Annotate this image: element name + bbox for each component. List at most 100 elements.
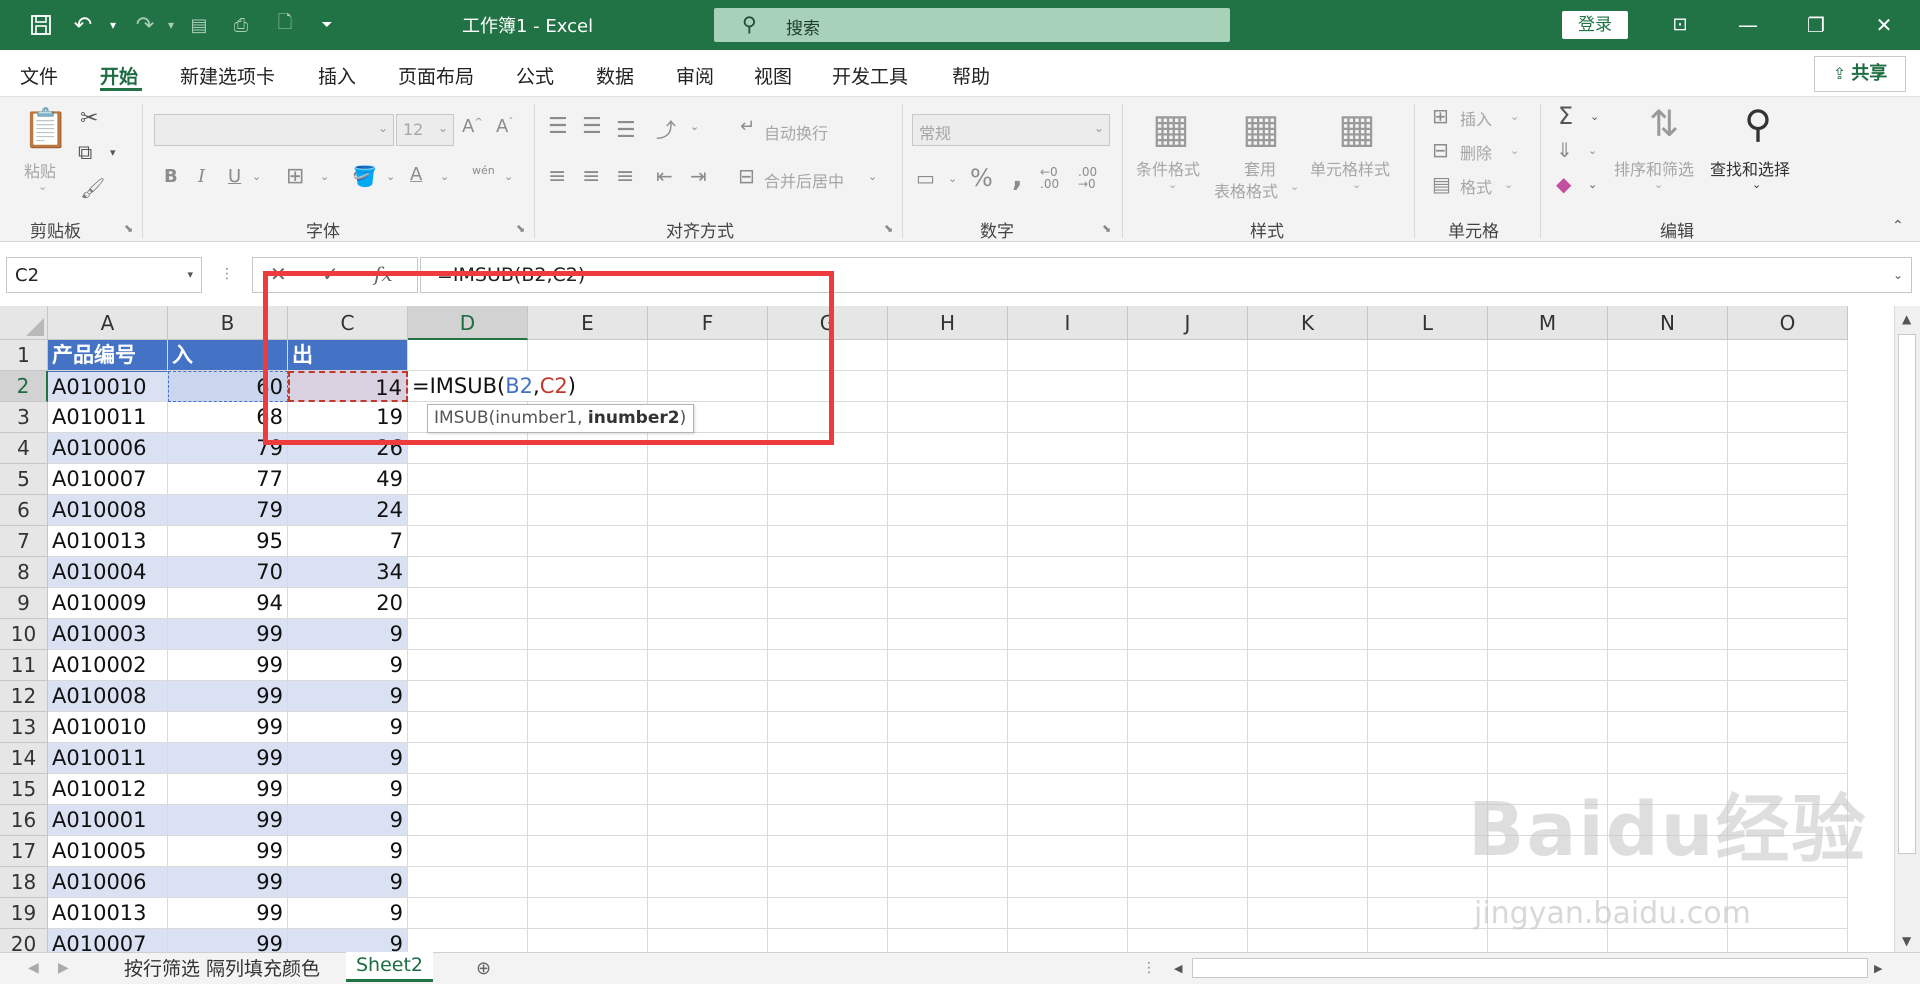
underline-button[interactable]: U <box>228 166 241 187</box>
tab-splitter-icon[interactable]: ⋮ <box>1142 960 1156 976</box>
table-cell[interactable]: 99 <box>168 743 288 774</box>
orientation-dropdown-icon[interactable]: ⌄ <box>690 120 699 133</box>
cell[interactable] <box>1728 619 1848 650</box>
cell[interactable] <box>888 433 1008 464</box>
cell[interactable] <box>528 495 648 526</box>
cell[interactable] <box>1368 650 1488 681</box>
row-header-1[interactable]: 1 <box>0 340 48 371</box>
collapse-ribbon-icon[interactable]: ⌃ <box>1892 218 1904 234</box>
cell[interactable] <box>1488 371 1608 402</box>
customize-toolbar-icon[interactable]: ⏷ <box>310 8 344 42</box>
cell[interactable] <box>1008 619 1128 650</box>
cell[interactable] <box>1008 650 1128 681</box>
cell[interactable] <box>768 526 888 557</box>
row-header-20[interactable]: 20 <box>0 929 48 952</box>
cell[interactable] <box>1128 650 1248 681</box>
cell[interactable] <box>1608 650 1728 681</box>
cell[interactable] <box>1728 929 1848 952</box>
cell[interactable] <box>768 836 888 867</box>
table-cell[interactable]: 99 <box>168 805 288 836</box>
next-sheet-icon[interactable]: ▶ <box>58 960 69 976</box>
cell[interactable] <box>1128 774 1248 805</box>
column-header-j[interactable]: J <box>1128 306 1248 340</box>
row-header-16[interactable]: 16 <box>0 805 48 836</box>
fill-color-dropdown-icon[interactable]: ⌄ <box>386 170 395 183</box>
align-middle-icon[interactable]: ☰ <box>582 114 602 139</box>
cell[interactable] <box>1368 433 1488 464</box>
cell[interactable] <box>1248 557 1368 588</box>
cell[interactable] <box>1608 681 1728 712</box>
decrease-font-icon[interactable]: Aˇ <box>496 116 513 137</box>
cell[interactable] <box>1728 526 1848 557</box>
row-header-4[interactable]: 4 <box>0 433 48 464</box>
row-header-18[interactable]: 18 <box>0 867 48 898</box>
menu-view[interactable]: 视图 <box>754 62 792 89</box>
column-header-l[interactable]: L <box>1368 306 1488 340</box>
cell[interactable] <box>768 867 888 898</box>
cell[interactable] <box>1608 557 1728 588</box>
cell[interactable] <box>768 898 888 929</box>
cell[interactable] <box>888 712 1008 743</box>
cell[interactable] <box>1128 805 1248 836</box>
cell[interactable] <box>408 526 528 557</box>
cell[interactable] <box>1128 743 1248 774</box>
table-cell[interactable]: 9 <box>288 929 408 952</box>
cell[interactable] <box>1248 402 1368 433</box>
sheet-tab-2[interactable]: Sheet2 <box>346 952 434 982</box>
autosum-dropdown-icon[interactable]: ⌄ <box>1590 110 1599 123</box>
cell[interactable] <box>648 836 768 867</box>
horizontal-scrollbar[interactable] <box>1192 958 1868 978</box>
cell[interactable] <box>1008 371 1128 402</box>
cell[interactable] <box>528 805 648 836</box>
cell[interactable] <box>1248 650 1368 681</box>
search-box[interactable]: ⚲ 搜索 <box>714 8 1230 42</box>
cell[interactable] <box>1728 340 1848 371</box>
undo-dropdown-icon[interactable]: ▾ <box>96 8 130 42</box>
cell[interactable] <box>1728 464 1848 495</box>
cell[interactable] <box>888 340 1008 371</box>
menu-review[interactable]: 审阅 <box>676 62 714 89</box>
cell[interactable] <box>1008 588 1128 619</box>
cell[interactable] <box>1608 929 1728 952</box>
cell[interactable] <box>888 464 1008 495</box>
column-header-i[interactable]: I <box>1008 306 1128 340</box>
scroll-left-icon[interactable]: ◀ <box>1174 962 1182 975</box>
cell[interactable] <box>1248 929 1368 952</box>
table-cell[interactable]: 99 <box>168 619 288 650</box>
merge-center-label[interactable]: 合并后居中 <box>764 168 844 192</box>
cell[interactable] <box>1248 712 1368 743</box>
cell[interactable] <box>1728 495 1848 526</box>
cell[interactable] <box>1368 557 1488 588</box>
cell[interactable] <box>1008 464 1128 495</box>
row-header-19[interactable]: 19 <box>0 898 48 929</box>
cell[interactable] <box>1248 805 1368 836</box>
cell[interactable] <box>1368 371 1488 402</box>
paste-dropdown-icon[interactable]: ⌄ <box>38 180 47 193</box>
cell[interactable] <box>1488 495 1608 526</box>
document-icon[interactable]: 🗋 <box>268 8 302 42</box>
cell[interactable] <box>528 650 648 681</box>
font-launcher-icon[interactable]: ⬊ <box>516 222 525 235</box>
table-cell[interactable]: A010003 <box>48 619 168 650</box>
add-sheet-icon[interactable]: ⊕ <box>476 958 491 979</box>
table-cell[interactable]: 99 <box>168 774 288 805</box>
cell[interactable] <box>1608 340 1728 371</box>
cell[interactable] <box>1248 743 1368 774</box>
cell[interactable] <box>1008 805 1128 836</box>
table-cell[interactable]: A010008 <box>48 681 168 712</box>
cell[interactable] <box>408 774 528 805</box>
table-cell[interactable]: 9 <box>288 774 408 805</box>
cell[interactable] <box>888 371 1008 402</box>
select-all-button[interactable] <box>0 306 48 340</box>
table-cell[interactable]: 24 <box>288 495 408 526</box>
cell[interactable] <box>768 743 888 774</box>
cell[interactable] <box>1488 681 1608 712</box>
decrease-indent-icon[interactable]: ⇤ <box>656 164 673 188</box>
cell[interactable] <box>648 557 768 588</box>
cell[interactable] <box>648 588 768 619</box>
align-left-icon[interactable]: ≡ <box>548 164 566 189</box>
cell[interactable] <box>648 867 768 898</box>
scroll-right-icon[interactable]: ▶ <box>1874 962 1882 975</box>
cell[interactable] <box>1128 929 1248 952</box>
cell[interactable] <box>768 774 888 805</box>
